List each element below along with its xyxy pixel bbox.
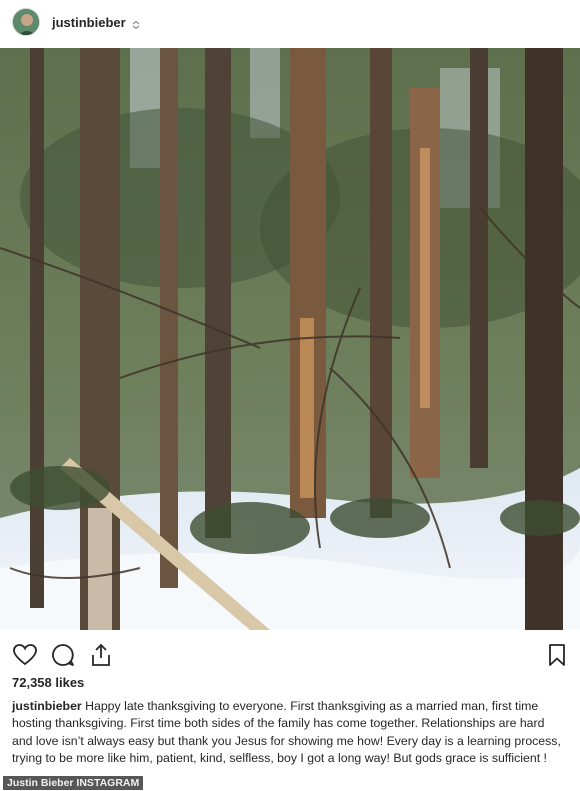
post-header: justinbieber <box>0 0 580 44</box>
photo-credit: Justin Bieber INSTAGRAM <box>3 776 144 790</box>
comment-icon[interactable] <box>50 642 76 668</box>
heart-icon[interactable] <box>12 642 38 668</box>
bookmark-icon[interactable] <box>544 642 570 668</box>
caption-text: Happy late thanksgiving to everyone. Fir… <box>12 699 561 765</box>
like-count[interactable]: 72,358 likes <box>12 675 84 690</box>
share-icon[interactable] <box>88 642 114 668</box>
post-photo[interactable] <box>0 48 580 630</box>
caption-username[interactable]: justinbieber <box>12 699 82 713</box>
avatar[interactable] <box>12 8 40 36</box>
post-username[interactable]: justinbieber <box>52 15 126 30</box>
verified-badge-icon <box>131 17 141 30</box>
post-caption: justinbieber Happy late thanksgiving to … <box>12 698 568 767</box>
action-bar <box>0 638 580 672</box>
